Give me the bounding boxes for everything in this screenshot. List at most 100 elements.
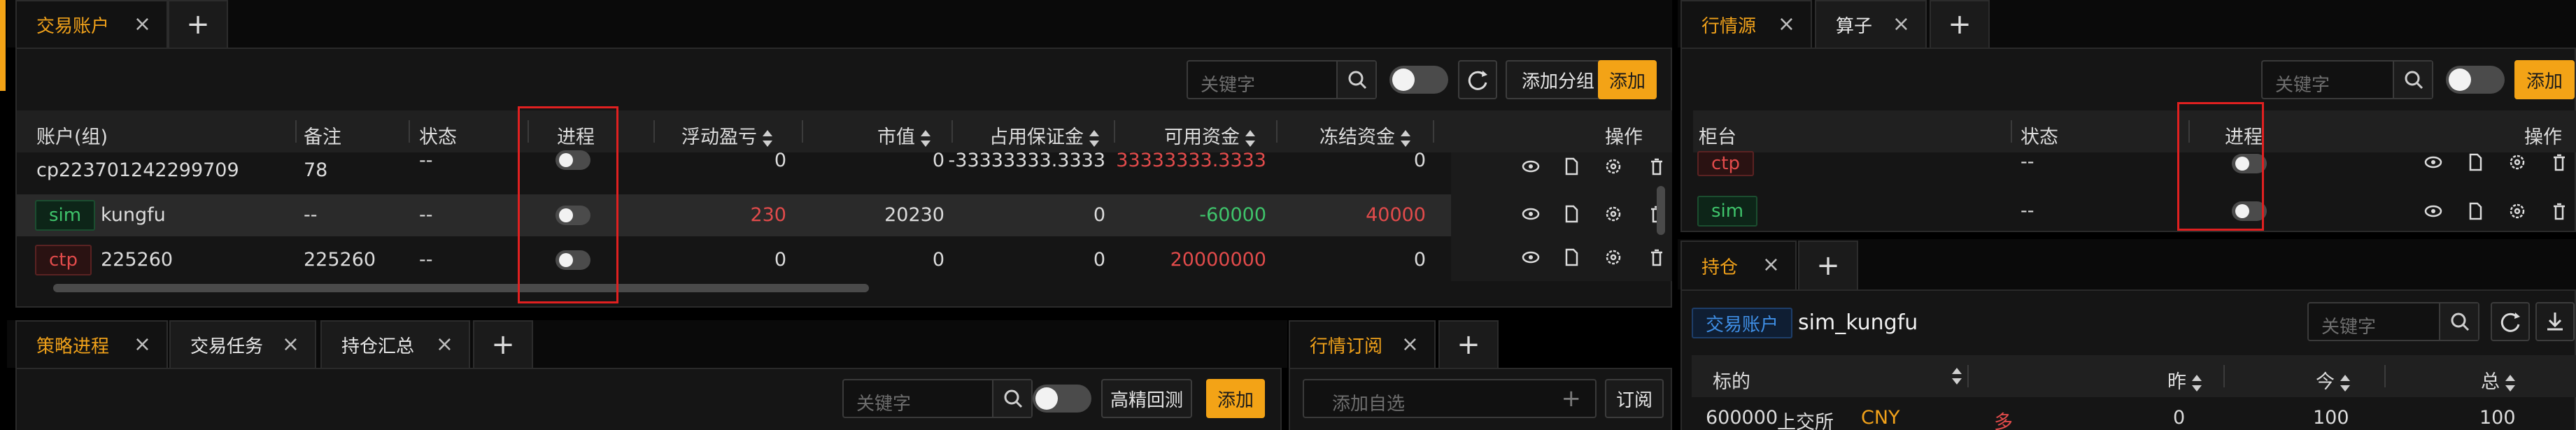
tab-md-source[interactable]: 行情源 ×	[1680, 0, 1812, 48]
gear-icon[interactable]	[1604, 248, 1623, 267]
col-frozen[interactable]: 冻结资金	[1319, 122, 1410, 149]
eye-icon[interactable]	[2423, 152, 2443, 172]
add-md-button[interactable]: 添加	[2514, 60, 2575, 99]
close-icon[interactable]: ×	[436, 334, 453, 355]
sort-icon	[2192, 374, 2202, 392]
gear-icon[interactable]	[2507, 201, 2527, 221]
document-icon[interactable]	[1562, 204, 1581, 224]
col-instrument[interactable]: 标的	[1713, 366, 1750, 394]
table-row[interactable]: 600000 上交所 CNY 多 0 100 100	[1692, 400, 2576, 430]
add-group-button[interactable]: 添加分组	[1506, 60, 1611, 99]
table-row[interactable]: ctp --	[1693, 151, 2576, 185]
tab-trading-account[interactable]: 交易账户 ×	[15, 0, 168, 48]
horizontal-scrollbar[interactable]	[53, 284, 869, 292]
document-icon[interactable]	[2465, 201, 2485, 221]
plus-icon: +	[186, 8, 210, 41]
add-watchlist-input[interactable]: 添加自选 +	[1303, 379, 1597, 418]
add-tab-button[interactable]: +	[1798, 241, 1858, 289]
add-tab-button[interactable]: +	[1438, 320, 1499, 368]
position-search-input[interactable]: 关键字	[2307, 302, 2479, 341]
eye-icon[interactable]	[2423, 201, 2443, 221]
close-icon[interactable]: ×	[1892, 14, 1910, 35]
refresh-button[interactable]	[2491, 302, 2530, 341]
tab-operator[interactable]: 算子 ×	[1815, 0, 1927, 48]
delete-icon[interactable]	[1647, 157, 1666, 176]
download-button[interactable]	[2535, 302, 2575, 341]
frozen-cell: 40000	[1366, 204, 1426, 226]
col-available[interactable]: 可用资金	[1164, 122, 1255, 149]
close-icon[interactable]: ×	[134, 334, 151, 355]
accounts-search-input[interactable]: 关键字	[1187, 60, 1377, 99]
tab-trade-task[interactable]: 交易任务 ×	[169, 320, 316, 368]
col-actions: 操作	[2524, 127, 2562, 148]
close-icon[interactable]: ×	[1401, 334, 1419, 355]
document-icon[interactable]	[1562, 157, 1581, 176]
add-strategy-button[interactable]: 添加	[1206, 379, 1265, 418]
yesterday-qty: 0	[2173, 407, 2186, 429]
col-margin[interactable]: 占用保证金	[989, 122, 1099, 149]
highlight-process-column	[518, 106, 618, 303]
tab-md-subscribe[interactable]: 行情订阅 ×	[1289, 320, 1436, 368]
strategy-search-input[interactable]: 关键字	[842, 379, 1033, 418]
search-button[interactable]	[1336, 62, 1375, 98]
market-cell: 0	[932, 249, 944, 271]
col-total[interactable]: 总	[2481, 366, 2515, 394]
document-icon[interactable]	[2465, 152, 2485, 172]
col-status[interactable]: 状态	[2021, 122, 2058, 149]
eye-icon[interactable]	[1521, 157, 1541, 176]
table-row[interactable]: sim kungfu -- -- 230 20230 0 -60000 4000…	[17, 194, 1672, 236]
md-search-input[interactable]: 关键字	[2261, 60, 2433, 99]
add-account-button[interactable]: 添加	[1598, 60, 1657, 99]
col-float-pnl[interactable]: 浮动盈亏	[681, 122, 772, 149]
sort-icon	[1089, 129, 1099, 147]
table-row[interactable]: ctp 225260 225260 -- 0 0 0 20000000 0	[17, 239, 1672, 281]
md-toggle[interactable]	[2446, 66, 2505, 94]
add-tab-button[interactable]: +	[1930, 0, 1990, 48]
note-cell: 78	[304, 159, 328, 181]
close-icon[interactable]: ×	[1778, 14, 1795, 35]
table-row[interactable]: cp223701242299709 78 -- 0 0 -33333333.33…	[17, 150, 1672, 187]
col-today[interactable]: 今	[2316, 366, 2350, 394]
col-separator	[653, 120, 655, 143]
delete-icon[interactable]	[1647, 248, 1666, 267]
col-status[interactable]: 状态	[419, 122, 457, 149]
delete-icon[interactable]	[2549, 152, 2569, 172]
col-separator	[1114, 120, 1115, 143]
accounts-toggle[interactable]	[1389, 66, 1448, 94]
pnl-cell: 230	[750, 204, 786, 226]
search-button[interactable]	[992, 380, 1031, 417]
refresh-button[interactable]	[1458, 60, 1497, 99]
gear-icon[interactable]	[1604, 157, 1623, 176]
header-text: 冻结资金	[1319, 127, 1395, 148]
col-separator	[1433, 120, 1434, 143]
eye-icon[interactable]	[1521, 204, 1541, 224]
col-note[interactable]: 备注	[304, 122, 341, 149]
add-tab-button[interactable]: +	[168, 0, 228, 48]
delete-icon[interactable]	[2549, 201, 2569, 221]
col-market-value[interactable]: 市值	[877, 122, 930, 149]
close-icon[interactable]: ×	[282, 334, 299, 355]
tab-position[interactable]: 持仓 ×	[1680, 241, 1797, 289]
search-button[interactable]	[2439, 303, 2478, 340]
document-icon[interactable]	[1562, 248, 1581, 267]
col-yesterday[interactable]: 昨	[2167, 366, 2202, 394]
gear-icon[interactable]	[1604, 204, 1623, 224]
sort-icon[interactable]	[1952, 368, 1962, 385]
add-tab-button[interactable]: +	[473, 320, 533, 368]
vertical-scrollbar[interactable]	[1657, 186, 1665, 235]
gear-icon[interactable]	[2507, 152, 2527, 172]
search-button[interactable]	[2393, 62, 2432, 98]
tab-position-summary[interactable]: 持仓汇总 ×	[320, 320, 470, 368]
col-account[interactable]: 账户(组)	[36, 122, 108, 149]
close-icon[interactable]: ×	[134, 14, 151, 35]
eye-icon[interactable]	[1521, 248, 1541, 267]
table-row[interactable]: sim --	[1693, 190, 2576, 232]
tab-strategy-process[interactable]: 策略进程 ×	[15, 320, 168, 368]
backtest-button[interactable]: 高精回测	[1101, 379, 1192, 418]
col-separator	[2223, 365, 2225, 387]
subscribe-button[interactable]: 订阅	[1605, 379, 1664, 418]
close-icon[interactable]: ×	[1762, 255, 1780, 275]
col-counter[interactable]: 柜台	[1699, 122, 1736, 149]
strategy-toggle[interactable]	[1033, 385, 1091, 413]
accounts-table-header: 账户(组) 备注 状态 进程 浮动盈亏 市值 占用保证金 可用资金 冻结资金 操…	[17, 110, 1672, 152]
